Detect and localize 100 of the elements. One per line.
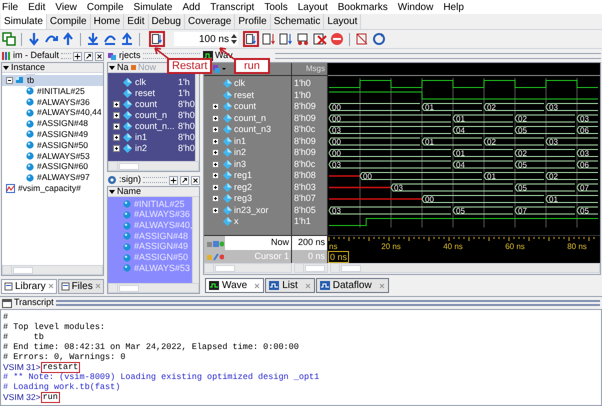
refresh-icon[interactable] bbox=[372, 32, 386, 46]
instance-label[interactable]: #ASSIGN#49 bbox=[36, 128, 90, 141]
spinner-icon[interactable] bbox=[231, 33, 237, 45]
instance-label[interactable]: #ASSIGN#48 bbox=[36, 117, 90, 130]
menu-item[interactable]: Compile bbox=[86, 0, 124, 14]
close-icon[interactable] bbox=[95, 52, 104, 60]
instance-label[interactable]: tb bbox=[26, 74, 36, 87]
layers-icon[interactable] bbox=[2, 32, 16, 46]
signal-name[interactable]: in1 bbox=[135, 130, 175, 144]
expand-icon[interactable] bbox=[113, 112, 120, 119]
expand-icon[interactable] bbox=[212, 149, 219, 156]
signal-name[interactable]: reset bbox=[234, 88, 254, 102]
instance-label[interactable]: #ALWAYS#36 bbox=[36, 96, 91, 108]
horizontal-scrollbar[interactable] bbox=[330, 263, 600, 273]
column-header[interactable]: Name bbox=[117, 184, 142, 198]
expand-icon[interactable] bbox=[212, 160, 219, 168]
menu-item[interactable]: Window bbox=[398, 0, 434, 14]
menu-item[interactable]: Layout bbox=[298, 0, 328, 14]
down-arrow-icon[interactable] bbox=[27, 32, 41, 46]
toolbar-tab[interactable]: Home bbox=[90, 14, 124, 29]
toolbar-tab[interactable]: Edit bbox=[124, 14, 149, 29]
instance-label[interactable]: #vsim_capacity# bbox=[17, 182, 82, 195]
signal-name[interactable]: reset bbox=[135, 86, 175, 100]
document-arrow-icon[interactable] bbox=[279, 32, 293, 46]
column-header[interactable]: Instance bbox=[11, 60, 46, 74]
horizontal-scrollbar[interactable] bbox=[204, 263, 292, 273]
panel-tab[interactable]: Files bbox=[58, 278, 104, 294]
expand-icon[interactable] bbox=[113, 101, 120, 108]
signal-name[interactable]: in2 bbox=[135, 142, 175, 156]
vertical-scrollbar[interactable] bbox=[192, 197, 199, 283]
expand-icon[interactable] bbox=[212, 195, 219, 202]
vertical-scrollbar[interactable] bbox=[194, 73, 199, 161]
signal-name[interactable]: count_n... bbox=[135, 120, 175, 134]
down-arrow-icon[interactable] bbox=[86, 32, 100, 46]
toolbar-tab[interactable]: Simulate bbox=[1, 14, 47, 29]
menu-item[interactable]: Bookmarks bbox=[338, 0, 388, 14]
instance-label[interactable]: #INITIAL#25 bbox=[36, 84, 86, 98]
run-button[interactable] bbox=[243, 31, 259, 47]
menu-item[interactable]: Help bbox=[443, 0, 464, 14]
restart-button[interactable] bbox=[149, 31, 165, 47]
expand-icon[interactable] bbox=[113, 123, 120, 130]
signal-name[interactable]: reg2 bbox=[234, 180, 252, 194]
expand-icon[interactable] bbox=[113, 134, 120, 141]
expand-icon[interactable] bbox=[212, 206, 219, 214]
stop-icon[interactable] bbox=[330, 32, 344, 46]
sort-arrow-icon[interactable] bbox=[3, 64, 9, 70]
signal-name[interactable]: count_n bbox=[234, 112, 266, 125]
signal-name[interactable]: count_n bbox=[135, 108, 175, 122]
cancel-icon[interactable] bbox=[355, 32, 369, 46]
signal-name[interactable]: in23_xor bbox=[234, 204, 269, 217]
cubes-icon[interactable] bbox=[212, 64, 226, 74]
undock-icon[interactable] bbox=[84, 52, 93, 60]
expand-icon[interactable] bbox=[113, 145, 120, 152]
window-tab[interactable]: Dataflow bbox=[316, 278, 389, 293]
window-tab[interactable]: Wave bbox=[205, 278, 264, 293]
menu-item[interactable]: Simulate bbox=[134, 0, 172, 14]
horizontal-scrollbar[interactable] bbox=[108, 161, 199, 171]
menu-item[interactable]: Edit bbox=[28, 0, 46, 14]
toolbar-tab[interactable]: Debug bbox=[148, 14, 185, 29]
instance-label[interactable]: #ASSIGN#60 bbox=[36, 160, 90, 174]
menu-item[interactable]: Tools bbox=[264, 0, 288, 14]
instance-label[interactable]: #ALWAYS#53 bbox=[36, 150, 91, 162]
toolbar-tab[interactable]: Coverage bbox=[184, 14, 236, 29]
document-arrow-icon[interactable] bbox=[262, 32, 276, 46]
toolbar-tab[interactable]: Layout bbox=[324, 14, 362, 29]
expand-icon[interactable] bbox=[212, 103, 219, 110]
horizontal-scrollbar[interactable] bbox=[108, 283, 199, 293]
signal-name[interactable]: clk bbox=[234, 77, 245, 90]
signal-name[interactable]: in3 bbox=[234, 158, 246, 171]
signal-name[interactable]: in2 bbox=[234, 146, 246, 160]
menu-item[interactable]: View bbox=[55, 0, 77, 14]
signal-name[interactable]: reg3 bbox=[234, 192, 252, 206]
menu-item[interactable]: File bbox=[2, 0, 18, 14]
toolbar-tab[interactable]: Schematic bbox=[270, 14, 324, 29]
signal-name[interactable]: x bbox=[234, 215, 238, 228]
column-header[interactable]: Na bbox=[117, 60, 129, 74]
plus-icon[interactable] bbox=[169, 176, 178, 184]
instance-label[interactable]: #ALWAYS#97 bbox=[36, 171, 91, 184]
close-icon[interactable] bbox=[191, 176, 200, 184]
sort-arrow-icon[interactable] bbox=[109, 188, 115, 194]
cart-icon[interactable] bbox=[296, 32, 310, 46]
instance-label[interactable]: #ALWAYS#40,44 bbox=[36, 106, 103, 120]
horizontal-scrollbar[interactable] bbox=[294, 263, 328, 273]
signal-name[interactable]: count bbox=[234, 100, 256, 114]
run-length-field[interactable]: 100 ns bbox=[174, 32, 238, 46]
collapse-icon[interactable] bbox=[6, 76, 13, 84]
signal-name[interactable]: reg1 bbox=[234, 169, 252, 182]
menu-item[interactable]: Add bbox=[182, 0, 200, 14]
signal-name[interactable]: in1 bbox=[234, 134, 246, 148]
expand-icon[interactable] bbox=[212, 184, 219, 191]
signal-name[interactable]: clk bbox=[135, 76, 175, 90]
undock-icon[interactable] bbox=[180, 176, 189, 184]
cancel-icon[interactable] bbox=[313, 32, 327, 46]
expand-icon[interactable] bbox=[212, 126, 219, 134]
toolbar-tab[interactable]: Profile bbox=[235, 14, 271, 29]
expand-icon[interactable] bbox=[212, 172, 219, 180]
toolbar-tab[interactable]: Compile bbox=[46, 14, 91, 29]
instance-label[interactable]: #ASSIGN#50 bbox=[36, 138, 90, 152]
up-arrow-icon[interactable] bbox=[120, 32, 134, 46]
expand-icon[interactable] bbox=[212, 114, 219, 122]
